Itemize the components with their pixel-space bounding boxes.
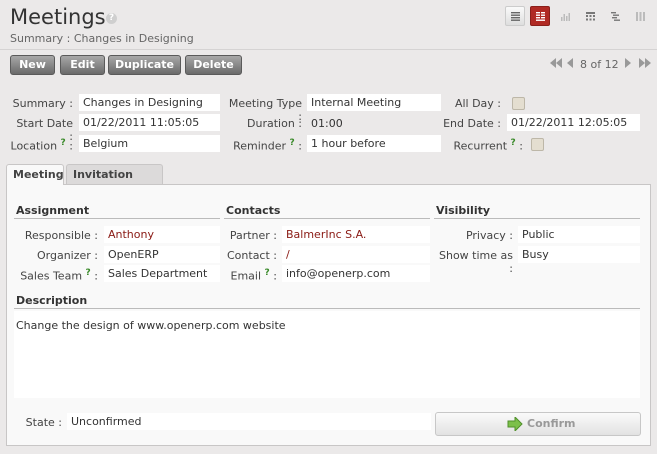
state-label: State : [25,416,62,429]
form-view-icon[interactable] [530,6,550,26]
sales-team-label: Sales Team ? : [20,268,98,283]
tab-invitation-detail[interactable]: Invitation Detail [66,164,163,201]
recurrent-checkbox[interactable] [531,138,544,151]
start-date-field[interactable]: 01/22/2011 11:05:05 [79,114,220,131]
sales-team-field[interactable]: Sales Department [104,265,220,282]
partner-field[interactable]: BalmerInc S.A. [282,226,430,243]
help-icon[interactable]: ? [290,138,295,148]
partner-label: Partner : [229,229,277,242]
pager-counter: 8 of 12 [580,58,619,71]
assignment-divider [14,218,220,219]
location-field[interactable]: Belgium [79,135,220,152]
responsible-field[interactable]: Anthony [104,226,220,243]
summary-label: Summary : [12,97,73,110]
contacts-divider [224,218,430,219]
all-day-checkbox[interactable] [512,97,525,110]
show-time-label: Show time as : [439,249,513,275]
list-view-icon[interactable] [505,6,525,26]
first-record-icon[interactable] [549,58,563,68]
next-record-icon[interactable] [624,58,632,68]
tab-meeting[interactable]: Meeting [6,164,64,185]
header-divider [0,49,657,50]
contact-label: Contact : [227,249,277,262]
duration-value: 01:00 [311,117,343,130]
location-label: Location ? : [10,138,73,153]
page-title: Meetings [10,5,106,29]
duration-label: Duration : [247,117,302,130]
email-label: Email ? : [230,268,277,283]
privacy-field[interactable]: Public [518,226,640,243]
state-field: Unconfirmed [67,413,431,430]
description-divider [14,308,640,309]
visibility-heading: Visibility [436,204,491,217]
assignment-heading: Assignment [16,204,90,217]
show-time-field[interactable]: Busy [518,246,640,263]
help-icon[interactable]: ? [265,268,270,278]
all-day-label: All Day : [454,97,501,110]
kanban-view-icon[interactable] [630,6,650,26]
summary-field[interactable]: Changes in Designing [79,94,220,111]
gantt-view-icon[interactable] [605,6,625,26]
help-icon[interactable]: ? [511,138,516,148]
recurrent-label: Recurrent ? : [453,138,523,153]
help-icon[interactable]: ? [61,138,66,148]
responsible-label: Responsible : [24,229,98,242]
duplicate-button[interactable]: Duplicate [108,55,181,75]
edit-button[interactable]: Edit [60,55,105,75]
meeting-type-field[interactable]: Internal Meeting [307,94,441,111]
end-date-field[interactable]: 01/22/2011 12:05:05 [507,114,640,131]
previous-record-icon[interactable] [566,58,574,68]
confirm-label: Confirm [527,417,576,430]
delete-button[interactable]: Delete [185,55,242,75]
visibility-divider [434,218,640,219]
organizer-field[interactable]: OpenERP [104,246,220,263]
help-icon[interactable]: ? [86,268,91,278]
privacy-label: Privacy : [465,229,513,242]
description-heading: Description [16,294,88,307]
contact-field[interactable]: / [282,246,430,263]
reminder-field[interactable]: 1 hour before [307,135,441,152]
graph-view-icon[interactable] [555,6,575,26]
confirm-button[interactable]: Confirm [435,412,641,436]
breadcrumb: Summary : Changes in Designing [10,32,194,45]
reminder-label: Reminder ? : [233,138,302,153]
end-date-label: End Date : [443,117,501,130]
new-button[interactable]: New [10,55,55,75]
contacts-heading: Contacts [226,204,281,217]
last-record-icon[interactable] [638,58,652,68]
organizer-label: Organizer : [36,249,98,262]
description-text: Change the design of www.openerp.com web… [16,319,286,332]
email-field[interactable]: info@openerp.com [282,265,430,282]
calendar-view-icon[interactable] [580,6,600,26]
help-icon[interactable]: ? [106,13,117,24]
arrow-right-icon [507,417,523,431]
